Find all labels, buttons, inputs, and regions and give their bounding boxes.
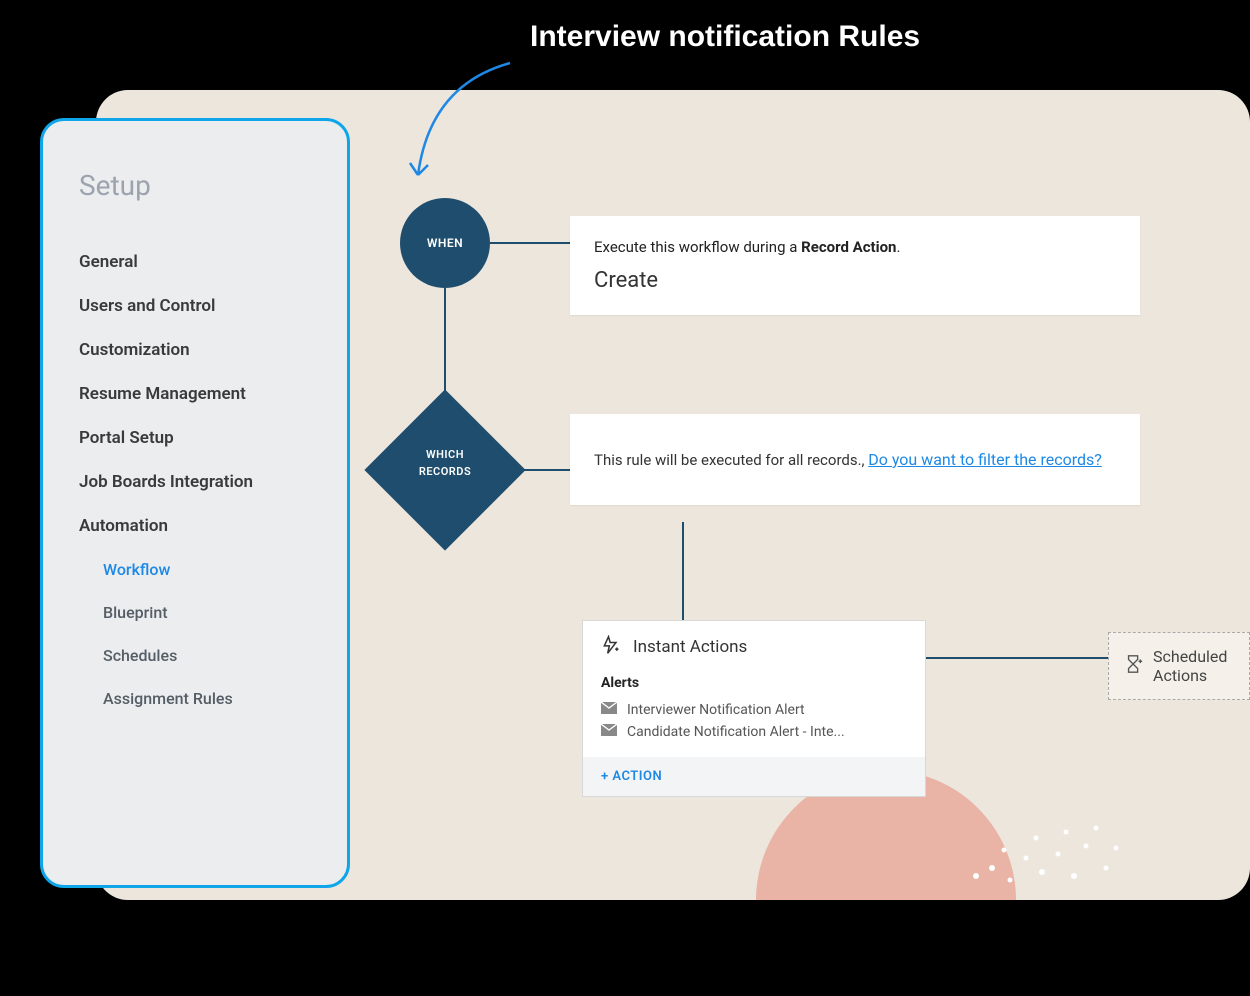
connector	[925, 657, 1109, 659]
sidebar-item-users[interactable]: Users and Control	[79, 284, 311, 328]
scheduled-actions-card[interactable]: Scheduled Actions	[1108, 632, 1250, 700]
hourglass-icon	[1125, 654, 1143, 678]
sidebar-subitem-schedules[interactable]: Schedules	[79, 634, 311, 677]
when-text: Execute this workflow during a Record Ac…	[594, 238, 1116, 256]
mail-icon	[601, 702, 617, 718]
sidebar-item-automation[interactable]: Automation	[79, 504, 311, 548]
sidebar-item-portal[interactable]: Portal Setup	[79, 416, 311, 460]
mail-icon	[601, 724, 617, 740]
when-action: Create	[594, 268, 1116, 293]
sidebar-subitem-assignment[interactable]: Assignment Rules	[79, 677, 311, 720]
annotation-label: Interview notification Rules	[530, 20, 920, 54]
sidebar-subitem-blueprint[interactable]: Blueprint	[79, 591, 311, 634]
filter-link[interactable]: Do you want to filter the records?	[868, 450, 1102, 469]
scheduled-label: Scheduled Actions	[1153, 647, 1233, 685]
alert-item[interactable]: Candidate Notification Alert - Inte...	[601, 721, 907, 743]
connector	[682, 522, 684, 622]
sidebar: Setup General Users and Control Customiz…	[40, 118, 350, 888]
sidebar-title: Setup	[79, 169, 311, 202]
sidebar-item-resume[interactable]: Resume Management	[79, 372, 311, 416]
which-label: WHICHRECORDS	[398, 447, 492, 480]
sidebar-item-general[interactable]: General	[79, 240, 311, 284]
add-action-button[interactable]: + ACTION	[583, 757, 925, 796]
alerts-title: Alerts	[601, 675, 907, 691]
arrow-icon	[400, 55, 540, 185]
when-card[interactable]: Execute this workflow during a Record Ac…	[570, 216, 1140, 315]
instant-actions-card: Instant Actions Alerts Interviewer Notif…	[582, 620, 926, 797]
sidebar-subitem-workflow[interactable]: Workflow	[79, 548, 311, 591]
instant-label: Instant Actions	[633, 637, 747, 657]
which-text: This rule will be executed for all recor…	[594, 451, 868, 469]
decorative-dots	[966, 788, 1126, 888]
sidebar-item-customization[interactable]: Customization	[79, 328, 311, 372]
when-node: WHEN	[400, 198, 490, 288]
lightning-icon	[601, 635, 621, 659]
which-card[interactable]: This rule will be executed for all recor…	[570, 414, 1140, 505]
sidebar-item-jobboards[interactable]: Job Boards Integration	[79, 460, 311, 504]
alert-item[interactable]: Interviewer Notification Alert	[601, 699, 907, 721]
connector	[490, 242, 570, 244]
